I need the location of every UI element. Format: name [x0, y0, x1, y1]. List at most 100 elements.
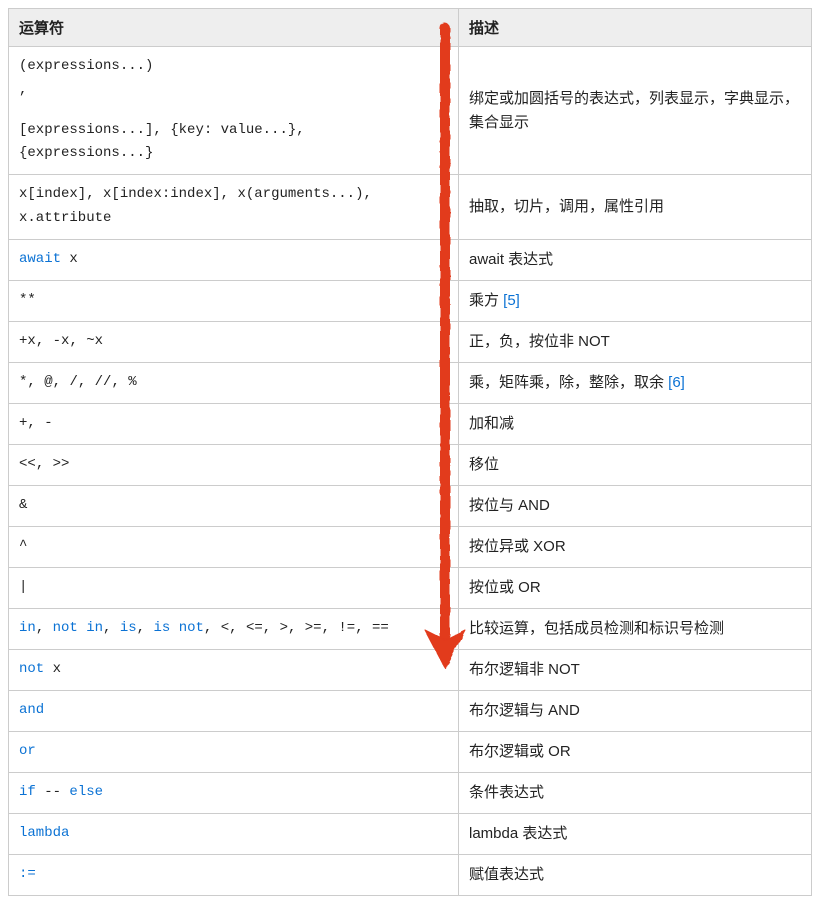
table-row: not x布尔逻辑非 NOT — [9, 649, 812, 690]
table-body: (expressions...),[expressions...], {key:… — [9, 47, 812, 896]
code-token: , — [78, 374, 95, 390]
table-row: <<, >>移位 — [9, 444, 812, 485]
code-token: ** — [19, 292, 36, 308]
description-text: 布尔逻辑非 NOT — [469, 661, 580, 678]
table-row: x[index], x[index:index], x(arguments...… — [9, 175, 812, 240]
description-text: 乘，矩阵乘，除，整除，取余 — [469, 374, 668, 391]
table-row: +, - 加和减 — [9, 403, 812, 444]
code-token: == — [372, 620, 389, 636]
code-token: x[index:index] — [103, 186, 221, 202]
table-row: (expressions...),[expressions...], {key:… — [9, 47, 812, 175]
code-token: x — [44, 661, 61, 677]
operator-precedence-table: 运算符 描述 (expressions...),[expressions...]… — [8, 8, 812, 896]
description-cell: 移位 — [459, 444, 812, 485]
description-cell: 抽取，切片，调用，属性引用 — [459, 175, 812, 240]
code-token: {expressions...} — [19, 145, 153, 161]
description-text: 比较运算，包括成员检测和标识号检测 — [469, 620, 724, 637]
code-token: / — [69, 374, 77, 390]
code-token: < — [221, 620, 229, 636]
keyword-token: is not — [153, 620, 203, 636]
code-token: - — [44, 415, 52, 431]
operator-cell: x[index], x[index:index], x(arguments...… — [9, 175, 459, 240]
operator-cell: +, - — [9, 403, 459, 444]
code-token: [expressions...] — [19, 122, 153, 138]
table-row: and 布尔逻辑与 AND — [9, 690, 812, 731]
description-cell: 条件表达式 — [459, 772, 812, 813]
description-text: 按位与 AND — [469, 497, 550, 514]
operator-cell: or — [9, 731, 459, 772]
code-token: , — [69, 333, 86, 349]
keyword-token: := — [19, 866, 36, 882]
operator-cell: ** — [9, 280, 459, 321]
keyword-token: or — [19, 743, 36, 759]
code-token: >> — [53, 456, 70, 472]
col-header-operator: 运算符 — [9, 9, 459, 47]
table-row: *, @, /, //, %乘，矩阵乘，除，整除，取余 [6] — [9, 362, 812, 403]
code-token: , — [288, 620, 305, 636]
code-token: , — [322, 620, 339, 636]
code-token: , — [36, 620, 53, 636]
table-row: in, not in, is, is not, <, <=, >, >=, !=… — [9, 608, 812, 649]
code-token: , — [296, 122, 304, 138]
code-token: , — [103, 620, 120, 636]
table-row: ** 乘方 [5] — [9, 280, 812, 321]
code-token: x(arguments...) — [237, 186, 363, 202]
code-token: , — [36, 456, 53, 472]
operator-cell: ^ — [9, 526, 459, 567]
operator-cell: lambda — [9, 813, 459, 854]
code-token: x[index] — [19, 186, 86, 202]
code-token: , — [27, 415, 44, 431]
code-token: // — [95, 374, 112, 390]
description-text: 加和减 — [469, 415, 514, 432]
description-cell: 按位与 AND — [459, 485, 812, 526]
description-cell: 赋值表达式 — [459, 854, 812, 895]
footnote-ref[interactable]: [6] — [668, 374, 685, 391]
operator-cell: (expressions...),[expressions...], {key:… — [9, 47, 459, 175]
code-token: {key: value...} — [170, 122, 296, 138]
code-token: -- — [36, 784, 70, 800]
col-header-description: 描述 — [459, 9, 812, 47]
code-token: , — [111, 374, 128, 390]
footnote-ref[interactable]: [5] — [503, 292, 520, 309]
code-token: x — [61, 251, 78, 267]
operator-cell: if -- else — [9, 772, 459, 813]
operator-cell: await x — [9, 239, 459, 280]
description-text: lambda 表达式 — [469, 825, 567, 842]
operator-cell: +x, -x, ~x — [9, 321, 459, 362]
table-row: +x, -x, ~x正，负，按位非 NOT — [9, 321, 812, 362]
operator-cell: & — [9, 485, 459, 526]
description-cell: 布尔逻辑非 NOT — [459, 649, 812, 690]
code-token: & — [19, 497, 27, 513]
code-token: >= — [305, 620, 322, 636]
code-token: , — [229, 620, 246, 636]
code-token: +x — [19, 333, 36, 349]
operator-cell: := — [9, 854, 459, 895]
description-text: 布尔逻辑与 AND — [469, 702, 580, 719]
code-token: | — [19, 579, 27, 595]
code-token: ^ — [19, 538, 27, 554]
description-text: 抽取，切片，调用，属性引用 — [469, 198, 664, 215]
description-cell: 绑定或加圆括号的表达式，列表显示，字典显示，集合显示 — [459, 47, 812, 175]
description-cell: lambda 表达式 — [459, 813, 812, 854]
code-token: , — [355, 620, 372, 636]
code-token: , — [153, 122, 170, 138]
code-token: x.attribute — [19, 210, 111, 226]
keyword-token: if — [19, 784, 36, 800]
code-token: , — [53, 374, 70, 390]
code-token: -x — [53, 333, 70, 349]
description-cell: 乘，矩阵乘，除，整除，取余 [6] — [459, 362, 812, 403]
code-token: , — [27, 374, 44, 390]
description-cell: 加和减 — [459, 403, 812, 444]
operator-cell: and — [9, 690, 459, 731]
code-token: , — [86, 186, 103, 202]
code-token: @ — [44, 374, 52, 390]
code-token: ~x — [86, 333, 103, 349]
description-cell: 乘方 [5] — [459, 280, 812, 321]
description-cell: 比较运算，包括成员检测和标识号检测 — [459, 608, 812, 649]
description-cell: 按位异或 XOR — [459, 526, 812, 567]
description-text: 按位或 OR — [469, 579, 541, 596]
code-token: > — [280, 620, 288, 636]
code-token: , — [137, 620, 154, 636]
description-cell: await 表达式 — [459, 239, 812, 280]
description-cell: 正，负，按位非 NOT — [459, 321, 812, 362]
